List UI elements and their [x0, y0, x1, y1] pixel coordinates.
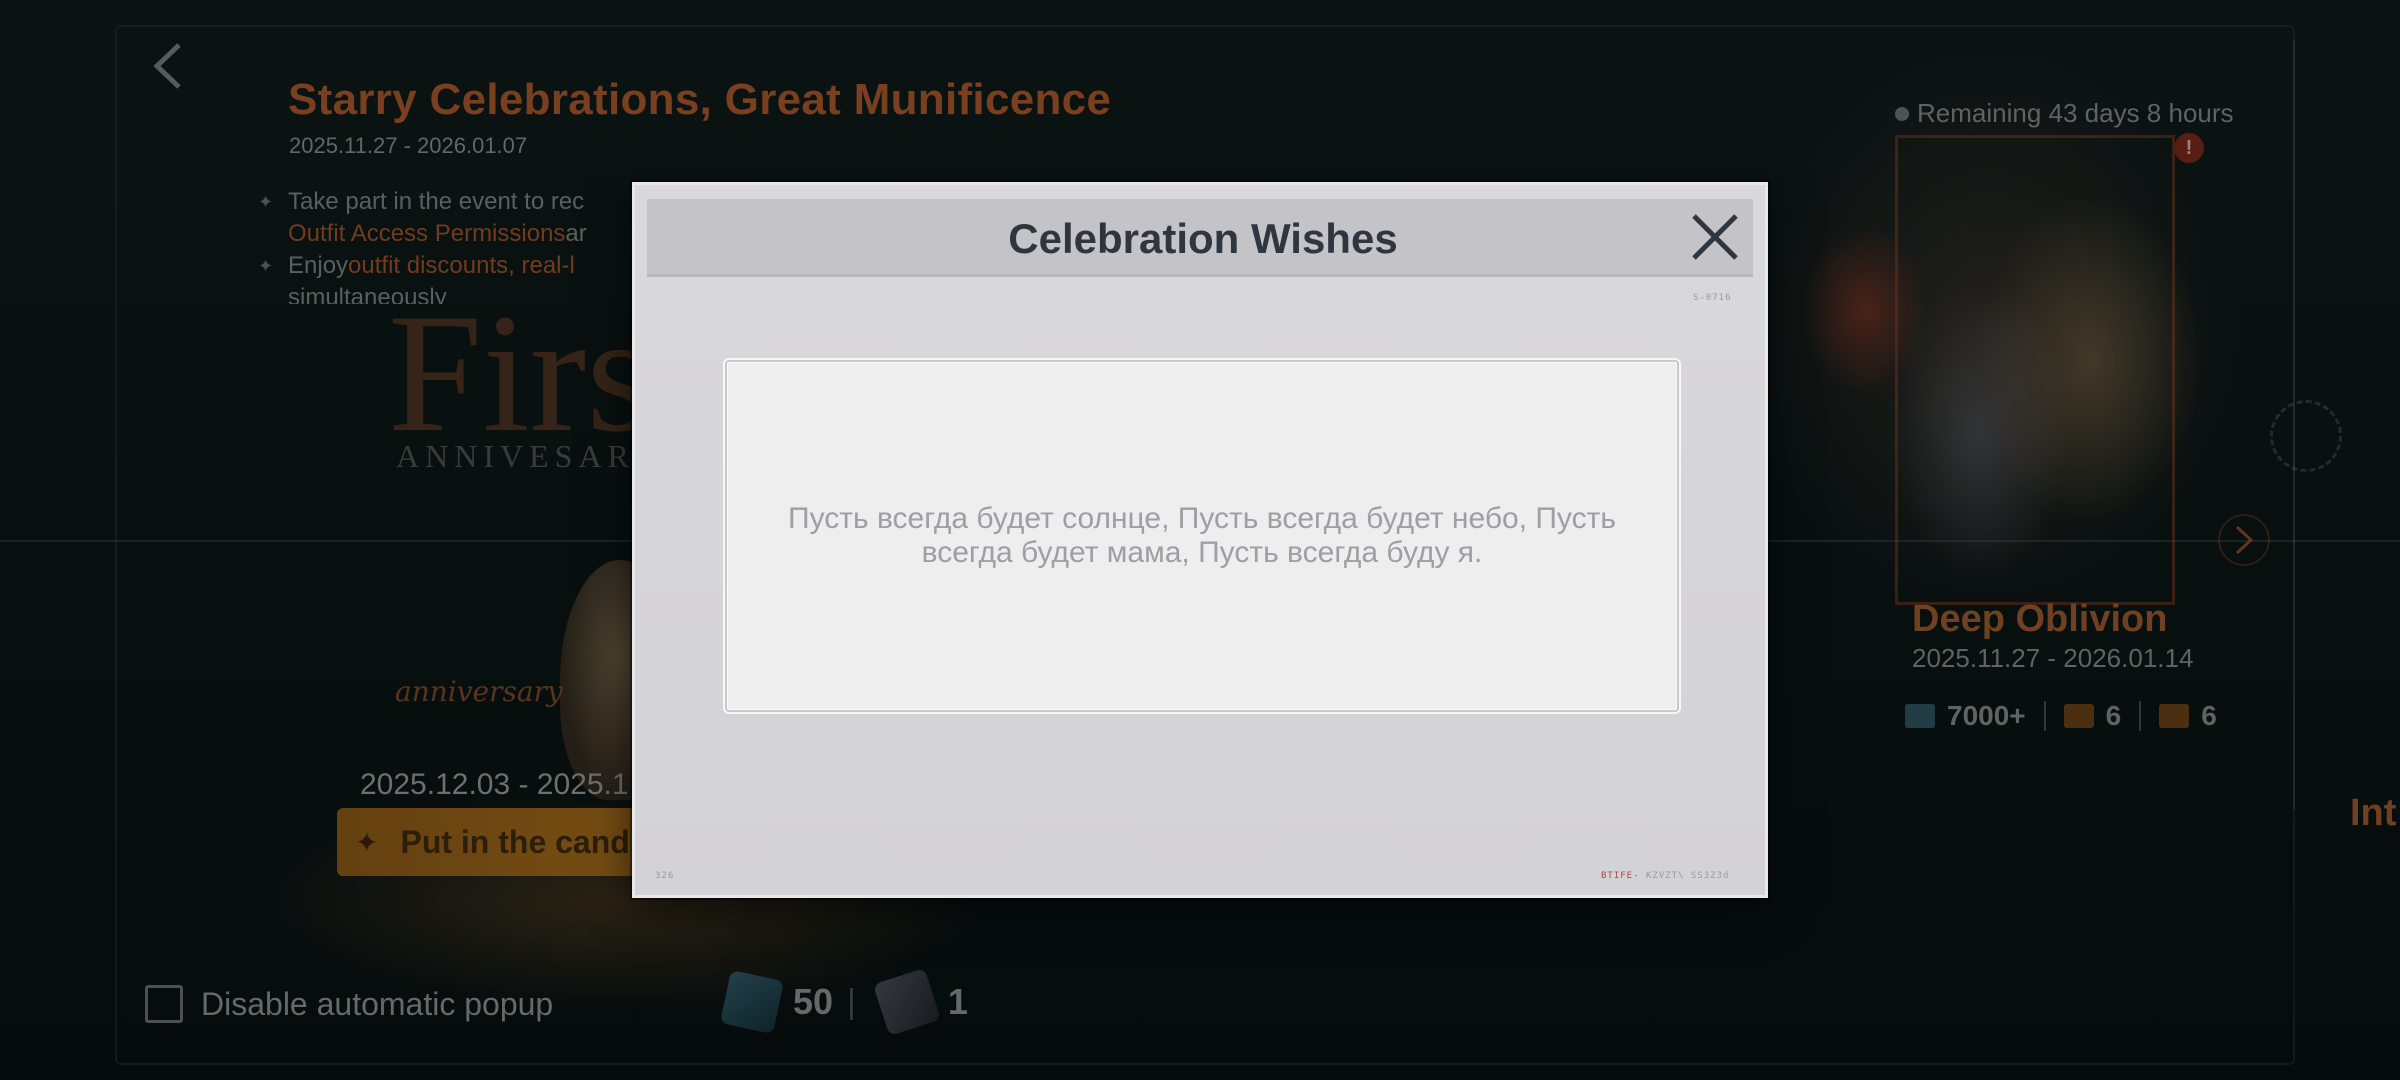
- corner-code: S-0716: [1693, 293, 1732, 303]
- wish-message: Пусть всегда будет солнце, Пусть всегда …: [788, 502, 1616, 569]
- footer-code: BTIFE- KZVZT\ SS3Z3d: [1601, 871, 1730, 881]
- celebration-wishes-dialog: Celebration Wishes S-0716 326 BTIFE- KZV…: [632, 182, 1768, 898]
- close-icon: [1692, 214, 1738, 260]
- corner-code: 326: [655, 871, 675, 881]
- close-button[interactable]: [1685, 207, 1745, 267]
- wish-message-box: Пусть всегда будет солнце, Пусть всегда …: [725, 360, 1679, 712]
- dialog-title: Celebration Wishes: [1008, 215, 1398, 262]
